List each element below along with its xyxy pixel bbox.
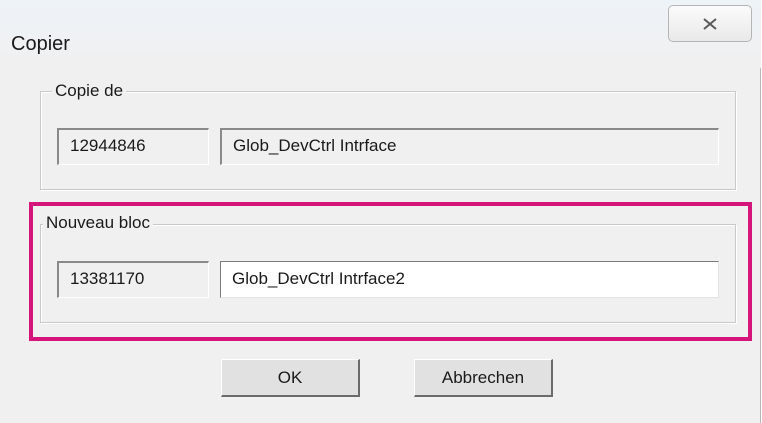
cancel-button[interactable]: Abbrechen xyxy=(414,359,553,397)
source-block-name-field: Glob_DevCtrl Intrface xyxy=(220,128,719,165)
close-button[interactable] xyxy=(668,5,752,42)
ok-button[interactable]: OK xyxy=(221,359,360,397)
copy-dialog: Copier Copie de 12944846 Glob_DevCtrl In… xyxy=(0,0,761,423)
copy-from-label: Copie de xyxy=(52,81,127,101)
highlight-frame xyxy=(29,202,752,341)
title-bar: Copier xyxy=(0,0,761,68)
close-x-icon xyxy=(703,17,717,30)
source-block-number-field: 12944846 xyxy=(57,128,209,165)
dialog-title: Copier xyxy=(11,33,70,55)
